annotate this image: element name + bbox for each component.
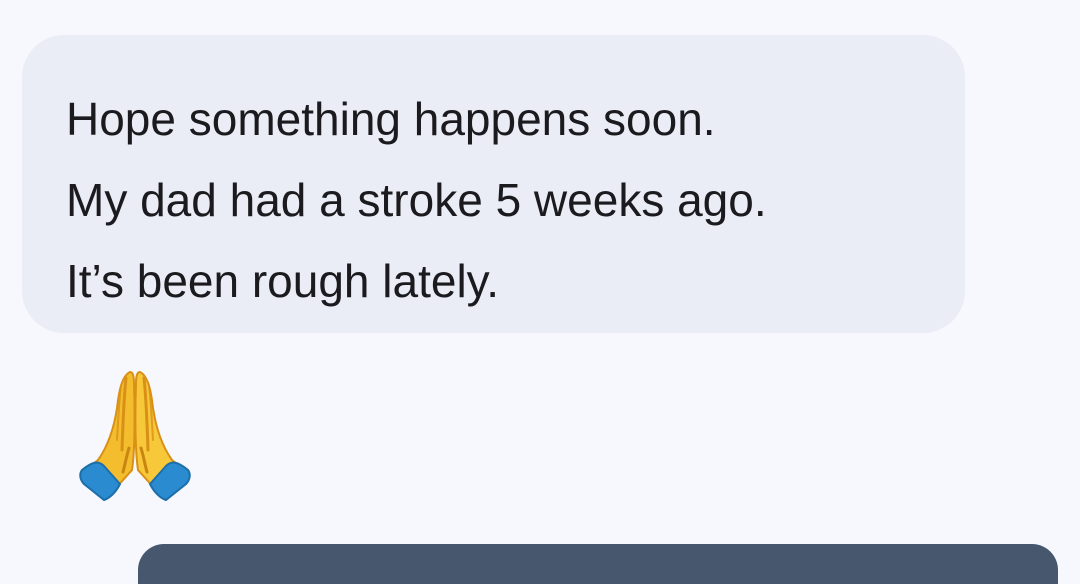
message-line-2: My dad had a stroke 5 weeks ago. [66,174,767,226]
folded-hands-emoji-message[interactable] [74,366,196,502]
folded-hands-icon [79,370,191,502]
incoming-message-bubble[interactable]: Hope something happens soon. My dad had … [22,35,965,333]
message-line-3: It’s been rough lately. [66,255,500,307]
message-line-1: Hope something happens soon. [66,93,716,145]
bottom-card-edge [138,544,1058,584]
